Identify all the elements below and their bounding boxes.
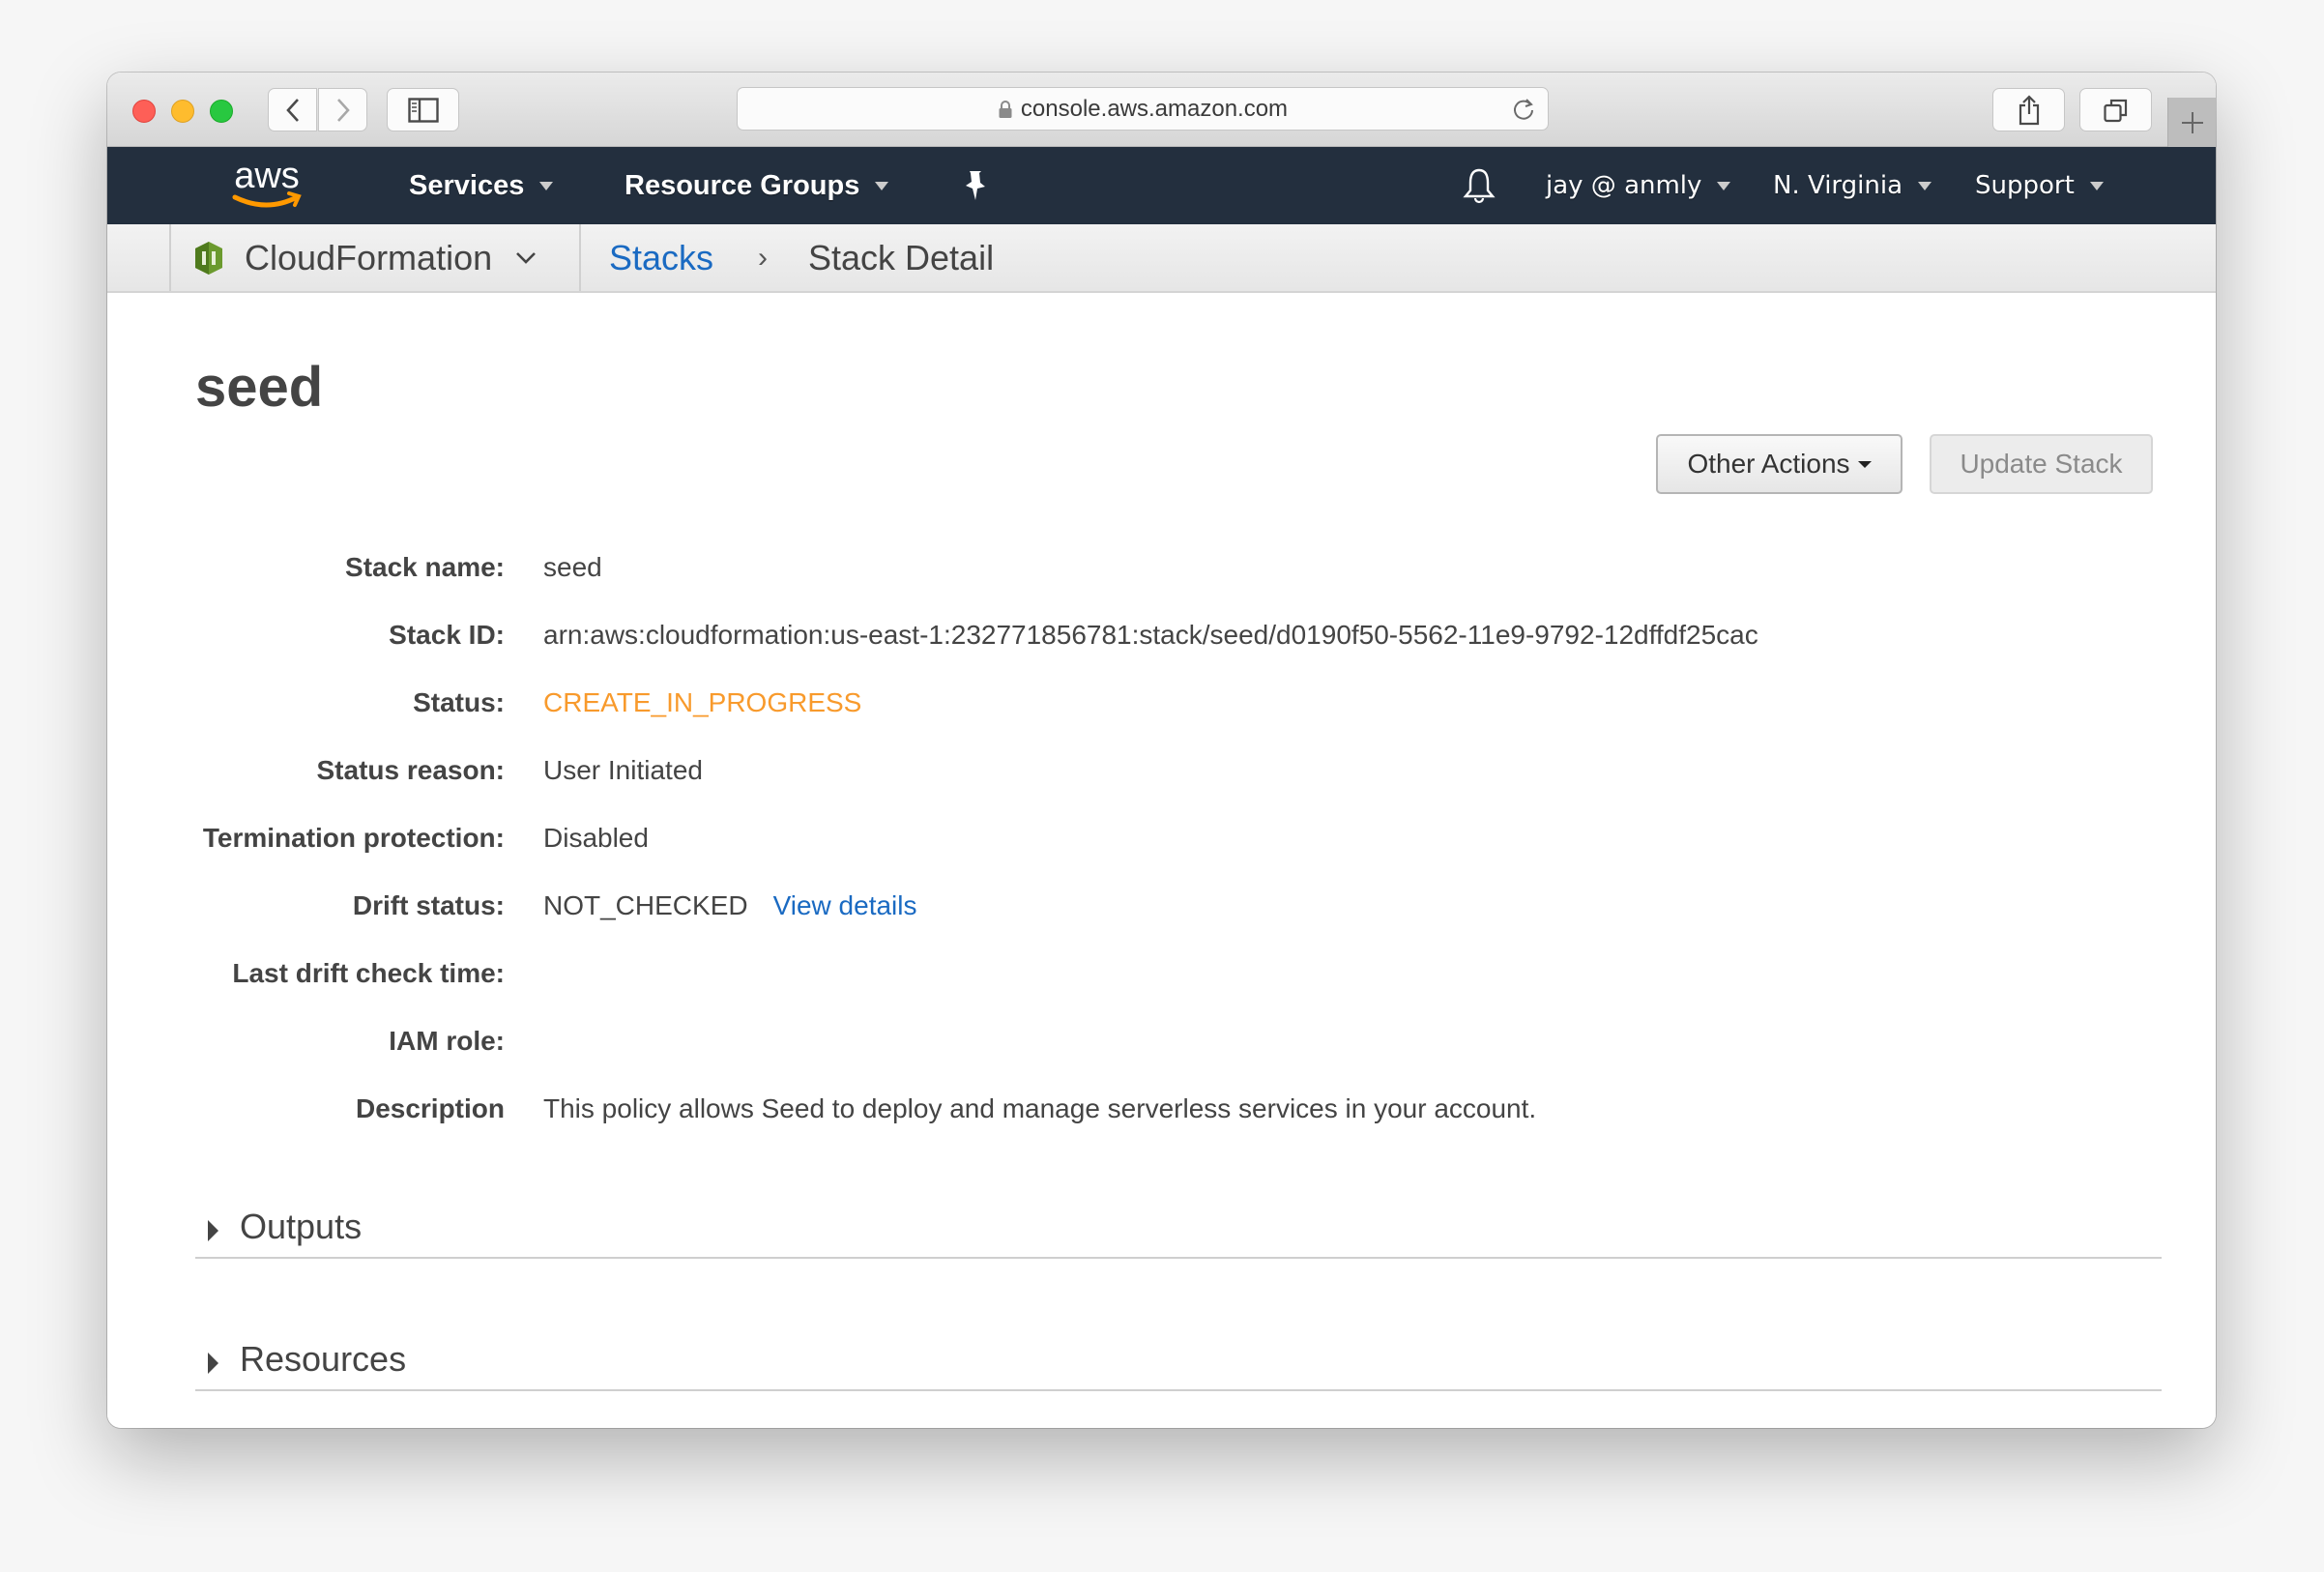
chevron-down-icon <box>1918 181 1932 190</box>
cloudformation-icon <box>194 241 223 276</box>
close-window-button[interactable] <box>132 100 156 123</box>
sidebar-icon <box>407 97 439 123</box>
chevron-down-icon <box>1717 181 1731 190</box>
pin-button[interactable] <box>964 147 989 224</box>
caret-down-icon <box>1857 460 1872 468</box>
detail-row-stack-name: Stack name: seed <box>107 552 2216 591</box>
section-label: Resources <box>240 1339 407 1379</box>
detail-label: Stack ID: <box>389 620 505 650</box>
breadcrumb-current: Stack Detail <box>808 237 995 277</box>
page-title: seed <box>195 356 324 419</box>
svg-text:aws: aws <box>234 156 300 196</box>
detail-label: Stack name: <box>345 552 505 582</box>
detail-label: Status: <box>413 687 505 717</box>
detail-label: Description <box>355 1093 505 1123</box>
lock-icon <box>998 100 1013 119</box>
other-actions-button[interactable]: Other Actions <box>1656 434 1903 494</box>
bell-icon <box>1463 168 1496 204</box>
divider <box>169 224 171 291</box>
chevron-right-icon <box>336 98 350 122</box>
detail-label: Last drift check time: <box>232 958 505 988</box>
stack-id-value: arn:aws:cloudformation:us-east-1:2327718… <box>543 620 1758 650</box>
services-menu[interactable]: Services <box>409 147 554 224</box>
detail-row-description: Description This policy allows Seed to d… <box>107 1093 2216 1132</box>
reload-icon[interactable] <box>1511 97 1536 129</box>
browser-window: console.aws.amazon.com aws Services Reso… <box>107 73 2216 1428</box>
status-reason-value: User Initiated <box>543 755 703 785</box>
chevron-left-icon <box>285 98 299 122</box>
support-label: Support <box>1975 171 2075 200</box>
aws-logo[interactable]: aws <box>223 155 310 219</box>
account-menu[interactable]: jay @ anmly <box>1546 147 1731 224</box>
share-icon <box>2019 94 2039 125</box>
detail-label: Termination protection: <box>202 823 505 853</box>
tabs-overview-button[interactable] <box>2079 88 2152 131</box>
section-label: Outputs <box>240 1207 363 1246</box>
detail-label: IAM role: <box>389 1026 505 1056</box>
browser-toolbar: console.aws.amazon.com <box>107 73 2216 147</box>
detail-label: Drift status: <box>352 890 505 920</box>
detail-row-drift-status: Drift status: NOT_CHECKED View details <box>107 890 2216 929</box>
chevron-down-icon <box>2089 181 2104 190</box>
detail-row-last-drift-check: Last drift check time: <box>107 958 2216 997</box>
detail-row-stack-id: Stack ID: arn:aws:cloudformation:us-east… <box>107 620 2216 658</box>
breadcrumb-separator: › <box>758 241 768 274</box>
tabs-icon <box>2103 99 2127 122</box>
resource-groups-label: Resource Groups <box>625 169 860 201</box>
view-drift-details-link[interactable]: View details <box>773 890 917 920</box>
service-label: CloudFormation <box>245 237 493 277</box>
services-label: Services <box>409 169 525 201</box>
detail-row-iam-role: IAM role: <box>107 1026 2216 1064</box>
plus-icon <box>2181 111 2203 133</box>
section-outputs[interactable]: Outputs <box>195 1201 2162 1259</box>
drift-status-value: NOT_CHECKED View details <box>543 890 917 921</box>
caret-right-icon <box>208 1220 218 1241</box>
region-menu[interactable]: N. Virginia <box>1773 147 1932 224</box>
forward-button[interactable] <box>318 88 367 131</box>
detail-row-status-reason: Status reason: User Initiated <box>107 755 2216 794</box>
support-menu[interactable]: Support <box>1975 147 2104 224</box>
main-content: seed Other Actions Update Stack Stack na… <box>107 293 2216 1428</box>
service-switcher[interactable]: CloudFormation <box>194 224 537 291</box>
minimize-window-button[interactable] <box>171 100 194 123</box>
status-badge: CREATE_IN_PROGRESS <box>543 687 862 717</box>
breadcrumb-stacks[interactable]: Stacks <box>609 224 713 291</box>
chevron-down-icon <box>875 181 889 190</box>
address-bar[interactable]: console.aws.amazon.com <box>737 87 1549 131</box>
divider <box>579 224 581 291</box>
back-button[interactable] <box>268 88 317 131</box>
stack-name-value: seed <box>543 552 602 582</box>
url-text: console.aws.amazon.com <box>1020 95 1289 122</box>
description-value: This policy allows Seed to deploy and ma… <box>543 1093 1537 1123</box>
account-label: jay @ anmly <box>1546 171 1702 200</box>
service-subnav: CloudFormation Stacks › Stack Detail <box>107 224 2216 293</box>
caret-right-icon <box>208 1353 218 1374</box>
pin-icon <box>966 171 985 200</box>
chevron-down-icon <box>515 251 537 265</box>
region-label: N. Virginia <box>1773 171 1903 200</box>
detail-row-status: Status: CREATE_IN_PROGRESS <box>107 687 2216 726</box>
fullscreen-window-button[interactable] <box>210 100 233 123</box>
detail-row-termination-protection: Termination protection: Disabled <box>107 823 2216 861</box>
aws-top-nav: aws Services Resource Groups jay @ anmly… <box>107 147 2216 224</box>
update-stack-button[interactable]: Update Stack <box>1930 434 2153 494</box>
drift-status-text: NOT_CHECKED <box>543 890 748 920</box>
termination-protection-value: Disabled <box>543 823 649 853</box>
resource-groups-menu[interactable]: Resource Groups <box>625 147 889 224</box>
chevron-down-icon <box>539 181 554 190</box>
detail-label: Status reason: <box>316 755 506 785</box>
other-actions-label: Other Actions <box>1687 449 1850 479</box>
section-resources[interactable]: Resources <box>195 1333 2162 1391</box>
sidebar-toggle-button[interactable] <box>387 88 459 131</box>
share-button[interactable] <box>1992 88 2065 131</box>
new-tab-button[interactable] <box>2167 98 2216 147</box>
notifications-button[interactable] <box>1463 147 1496 224</box>
